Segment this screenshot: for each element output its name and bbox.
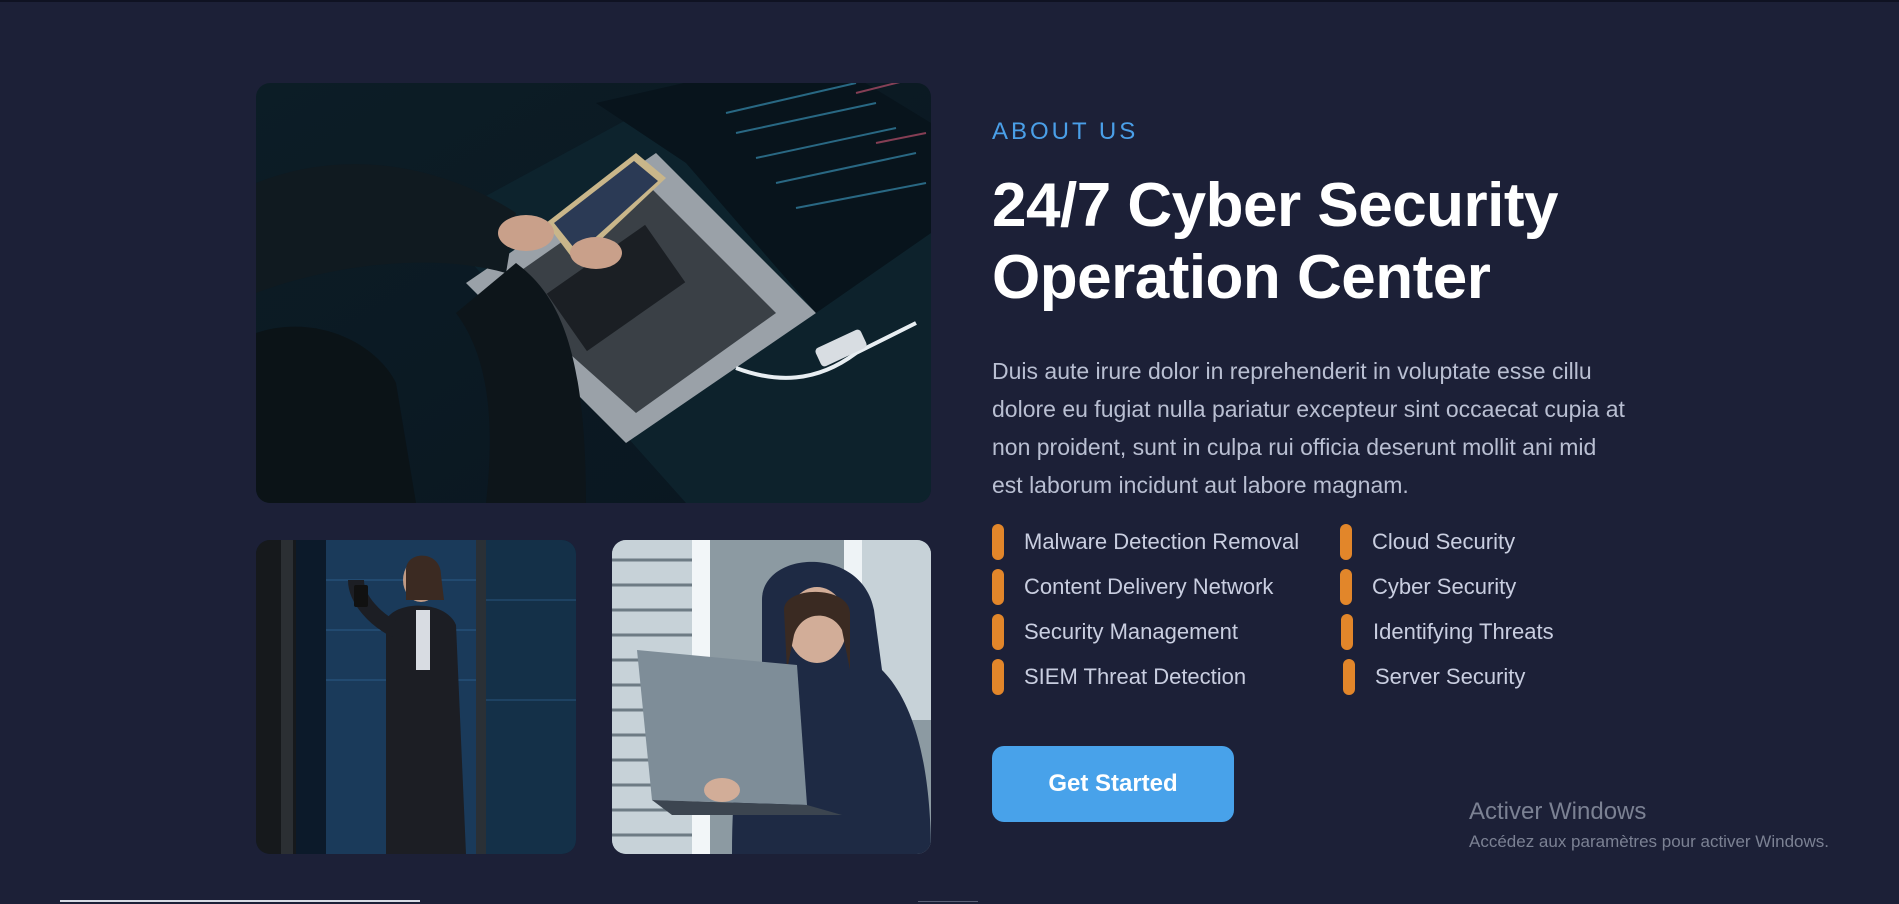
about-description: Duis aute irure dolor in reprehenderit i…	[992, 358, 1625, 498]
windows-activation-subtitle: Accédez aux paramètres pour activer Wind…	[1469, 832, 1829, 851]
hacker-laptop-photo	[256, 83, 931, 503]
feature-item: Malware Detection Removal	[992, 524, 1299, 560]
title-line-1: 24/7 Cyber Security	[992, 171, 1559, 240]
page-title: 24/7 Cyber Security Operation Center	[992, 170, 1612, 314]
server-room-photo	[256, 540, 576, 854]
bullet-marker	[992, 659, 1004, 695]
windows-activation-title: Activer Windows	[1469, 798, 1647, 825]
bullet-marker	[1340, 569, 1352, 605]
bullet-marker	[992, 569, 1004, 605]
feature-item: SIEM Threat Detection	[992, 659, 1246, 695]
bullet-marker	[1343, 659, 1355, 695]
bullet-marker	[992, 614, 1004, 650]
feature-label: Identifying Threats	[1373, 619, 1554, 644]
feature-label: SIEM Threat Detection	[1024, 664, 1247, 689]
hooded-woman-photo	[612, 540, 931, 854]
feature-label: Content Delivery Network	[1024, 574, 1274, 599]
feature-item: Cyber Security	[1340, 569, 1516, 605]
divider	[918, 901, 978, 902]
feature-item: Server Security	[1343, 659, 1525, 695]
title-line-2: Operation Center	[992, 243, 1491, 312]
section-eyebrow: ABOUT US	[992, 118, 1139, 145]
feature-label: Cloud Security	[1372, 529, 1516, 554]
feature-label: Server Security	[1375, 664, 1526, 689]
feature-label: Security Management	[1024, 619, 1238, 644]
feature-item: Cloud Security	[1340, 524, 1515, 560]
top-divider	[0, 0, 1899, 2]
feature-label: Cyber Security	[1372, 574, 1517, 599]
bullet-marker	[992, 524, 1004, 560]
bullet-marker	[1340, 524, 1352, 560]
feature-label: Malware Detection Removal	[1024, 529, 1300, 554]
get-started-button[interactable]: Get Started	[992, 746, 1234, 822]
feature-item: Content Delivery Network	[992, 569, 1273, 605]
feature-item: Security Management	[992, 614, 1238, 650]
feature-item: Identifying Threats	[1341, 614, 1554, 650]
scroll-indicator	[60, 900, 420, 902]
bullet-marker	[1341, 614, 1353, 650]
